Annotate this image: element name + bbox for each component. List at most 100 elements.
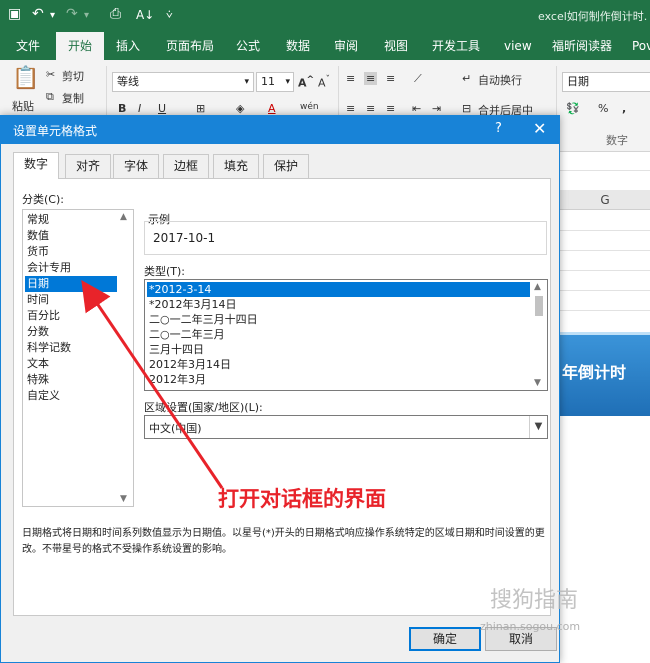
undo-icon[interactable]: ↶	[32, 6, 44, 22]
help-button[interactable]: ?	[495, 121, 502, 136]
annotation-caption: 打开对话框的界面	[218, 487, 386, 511]
ribbon-tabs: 文件 开始 插入 页面布局 公式 数据 审阅 视图 开发工具 view 福昕阅读…	[0, 32, 650, 60]
cut-icon[interactable]: ✂	[46, 68, 55, 81]
tab-border[interactable]: 边框	[163, 154, 210, 178]
percent-button[interactable]: %	[598, 102, 608, 115]
decrease-indent-icon[interactable]: ⇤	[412, 102, 421, 115]
list-item[interactable]: 会计专用	[25, 260, 117, 276]
list-item[interactable]: *2012年3月14日	[147, 297, 530, 312]
list-item[interactable]: 数值	[25, 228, 117, 244]
customize-icon[interactable]: ⩒	[166, 8, 173, 22]
increase-indent-icon[interactable]: ⇥	[432, 102, 441, 115]
close-icon[interactable]: ✕	[533, 119, 546, 138]
ribbon-tab-power[interactable]: Pov	[630, 32, 650, 60]
list-item[interactable]: 特殊	[25, 372, 117, 388]
tab-font[interactable]: 字体	[113, 154, 160, 178]
cut-button[interactable]: 剪切	[62, 68, 84, 84]
copy-button[interactable]: 复制	[62, 90, 84, 106]
ok-button[interactable]: 确定	[409, 627, 481, 651]
print-preview-icon[interactable]: ⎙	[110, 6, 121, 22]
list-item[interactable]: 2012年3月	[147, 372, 530, 387]
scroll-thumb[interactable]	[535, 296, 543, 316]
tab-fill[interactable]: 填充	[213, 154, 260, 178]
save-icon[interactable]: ▣	[8, 6, 21, 22]
underline-icon[interactable]: U	[158, 102, 166, 115]
redo-icon[interactable]: ↷	[66, 6, 78, 22]
list-item[interactable]: 三月十四日	[147, 342, 530, 357]
locale-value: 中文(中国)	[149, 422, 202, 435]
list-item[interactable]: 百分比	[25, 308, 117, 324]
paste-button[interactable]: 粘贴	[12, 98, 34, 114]
watermark-logo: 搜狗指南	[490, 588, 579, 613]
scroll-down-icon[interactable]: ▼	[120, 494, 127, 504]
orientation-icon[interactable]: ⟋	[414, 72, 422, 86]
font-name-select[interactable]: 等线 ▾	[112, 72, 254, 92]
ribbon-tab-page-layout[interactable]: 页面布局	[164, 32, 216, 60]
ribbon-tab-file[interactable]: 文件	[14, 32, 42, 60]
ribbon-tab-data[interactable]: 数据	[284, 32, 312, 60]
comma-icon[interactable]: ,	[622, 102, 626, 115]
list-item[interactable]: 2012年3月14日	[147, 357, 530, 372]
list-item-selected[interactable]: 日期	[25, 276, 117, 292]
undo-dropdown-icon[interactable]: ▾	[50, 10, 55, 21]
align-top-icon[interactable]: ≡	[346, 72, 355, 85]
chevron-down-icon[interactable]: ▼	[529, 416, 547, 438]
merge-icon[interactable]: ⊟	[462, 102, 471, 115]
dialog-title-bar[interactable]: 设置单元格格式 ? ✕	[1, 116, 559, 144]
ribbon-tab-developer[interactable]: 开发工具	[430, 32, 482, 60]
align-bottom-icon[interactable]: ≡	[386, 72, 395, 85]
wrap-text-button[interactable]: 自动换行	[478, 72, 522, 88]
font-color-icon[interactable]: A	[268, 102, 276, 115]
scroll-up-icon[interactable]: ▲	[120, 212, 127, 222]
column-header-g[interactable]: G	[560, 190, 650, 210]
number-format-select[interactable]: 日期	[562, 72, 650, 92]
ribbon-tab-foxit[interactable]: 福昕阅读器	[550, 32, 614, 60]
bold-icon[interactable]: B	[118, 102, 126, 115]
list-item[interactable]: 自定义	[25, 388, 117, 404]
tab-protection[interactable]: 保护	[263, 154, 310, 178]
redo-dropdown-icon[interactable]: ▾	[84, 10, 89, 21]
align-right-icon[interactable]: ≡	[386, 102, 395, 115]
list-item[interactable]: 文本	[25, 356, 117, 372]
category-scrollbar[interactable]: ▲ ▼	[117, 210, 133, 506]
increase-font-icon[interactable]: A^	[298, 74, 314, 90]
type-scrollbar[interactable]: ▲ ▼	[531, 280, 547, 390]
category-list[interactable]: 常规 数值 货币 会计专用 日期 时间 百分比 分数 科学记数 文本 特殊 自定…	[22, 209, 134, 507]
ribbon-tab-view-en[interactable]: view	[502, 32, 534, 60]
scroll-up-icon[interactable]: ▲	[534, 282, 541, 292]
align-middle-icon[interactable]: ≡	[364, 72, 378, 85]
number-tab-panel: 分类(C): 常规 数值 货币 会计专用 日期 时间 百分比 分数 科学记数 文…	[13, 178, 551, 616]
type-list[interactable]: *2012-3-14 *2012年3月14日 二○一二年三月十四日 二○一二年三…	[144, 279, 548, 391]
ribbon-tab-view[interactable]: 视图	[382, 32, 410, 60]
tab-number[interactable]: 数字	[13, 152, 60, 179]
list-item[interactable]: 二○一二年三月	[147, 327, 530, 342]
align-center-icon[interactable]: ≡	[366, 102, 375, 115]
locale-select[interactable]: 中文(中国) ▼	[144, 415, 548, 439]
tab-alignment[interactable]: 对齐	[65, 154, 112, 178]
sample-box: 2017-10-1	[144, 221, 547, 255]
wrap-text-icon[interactable]: ↵	[462, 72, 471, 85]
list-item-selected[interactable]: *2012-3-14	[147, 282, 530, 297]
ribbon-tab-formulas[interactable]: 公式	[234, 32, 262, 60]
decrease-font-icon[interactable]: Aˇ	[318, 74, 330, 90]
list-item[interactable]: 货币	[25, 244, 117, 260]
list-item[interactable]: 分数	[25, 324, 117, 340]
copy-icon[interactable]: ⧉	[46, 90, 54, 104]
ribbon-tab-home[interactable]: 开始	[56, 32, 105, 60]
italic-icon[interactable]: I	[138, 102, 141, 115]
scroll-down-icon[interactable]: ▼	[534, 378, 541, 388]
paste-icon[interactable]: 📋	[12, 66, 39, 91]
list-item[interactable]: 时间	[25, 292, 117, 308]
currency-icon[interactable]: 💱	[566, 102, 580, 115]
font-size-select[interactable]: 11 ▾	[256, 72, 294, 92]
list-item[interactable]: 常规	[25, 212, 117, 228]
list-item[interactable]: 科学记数	[25, 340, 117, 356]
fill-color-icon[interactable]: ◈	[236, 102, 244, 115]
ribbon-tab-review[interactable]: 审阅	[332, 32, 360, 60]
sort-icon[interactable]: A↓	[136, 8, 154, 22]
list-item[interactable]: 二○一二年三月十四日	[147, 312, 530, 327]
phonetic-icon[interactable]: wén	[300, 102, 319, 112]
border-icon[interactable]: ⊞	[196, 102, 205, 115]
ribbon-tab-insert[interactable]: 插入	[114, 32, 142, 60]
align-left-icon[interactable]: ≡	[346, 102, 355, 115]
